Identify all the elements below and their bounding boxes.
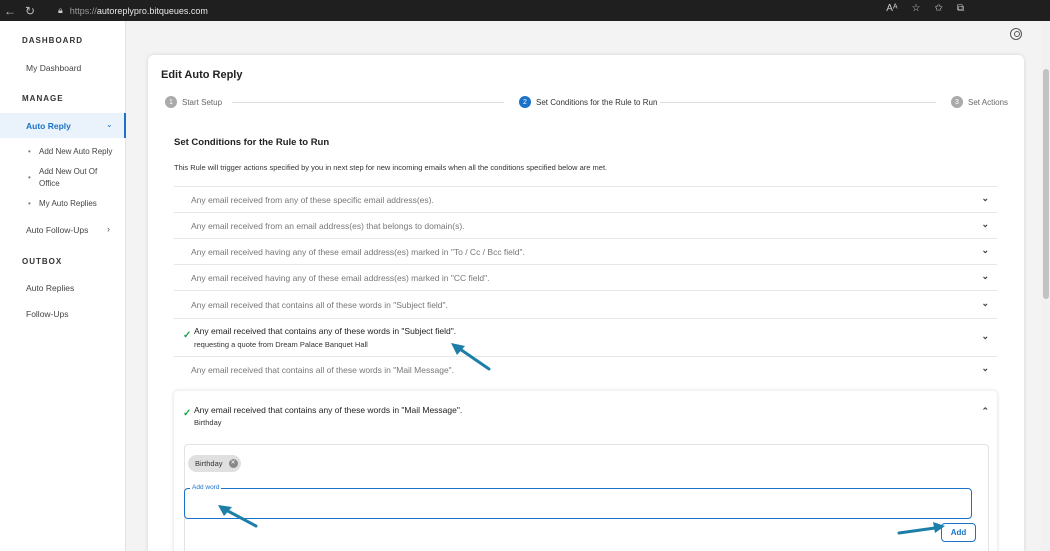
condition-text: Any email received that contains all of … [191, 365, 455, 375]
condition-row[interactable]: Any email received from an email address… [174, 212, 997, 238]
sidebar-subitem-my-auto-replies[interactable]: My Auto Replies [39, 198, 97, 210]
page-scrollbar[interactable] [1041, 21, 1050, 551]
scrollbar-thumb[interactable] [1043, 69, 1049, 299]
sidebar-item-outbox-followups[interactable]: Follow-Ups [26, 309, 69, 319]
step-label: Start Setup [182, 97, 223, 107]
step-number: 2 [519, 96, 531, 108]
condition-value: requesting a quote from Dream Palace Ban… [194, 340, 368, 349]
chevron-up-icon[interactable]: ⌃ [981, 406, 989, 417]
checkmark-icon: ✓ [183, 330, 192, 341]
browser-toolbar: ← ↻ 🔒︎ https:// autoreplypro.bitqueues.c… [0, 0, 1050, 21]
bullet-icon: • [28, 199, 31, 208]
chevron-right-icon: › [107, 224, 110, 234]
chevron-down-icon: ⌄ [981, 331, 989, 341]
condition-text: Any email received that contains any of … [194, 326, 457, 336]
chevron-down-icon: ⌄ [981, 298, 989, 308]
sidebar-item-auto-reply[interactable]: Auto Reply ⌄ [0, 113, 126, 138]
url-protocol: https:// [69, 5, 97, 16]
sidebar-item-auto-followups[interactable]: Auto Follow-Ups [26, 225, 88, 235]
page-title: Edit Auto Reply [161, 69, 243, 81]
step-set-actions[interactable]: 3 Set Actions [951, 96, 1008, 108]
sidebar-section-manage: MANAGE [22, 94, 64, 103]
word-chip: Birthday ✕ [188, 455, 241, 472]
chevron-down-icon: ⌄ [981, 245, 989, 255]
remove-chip-icon[interactable]: ✕ [228, 459, 238, 468]
user-profile-icon[interactable] [1010, 28, 1022, 40]
browser-icons: Aᴬ ☆ ✩ ⧉ [886, 3, 964, 14]
bullet-icon: • [28, 147, 31, 156]
edit-auto-reply-card: Edit Auto Reply 1 Start Setup 2 Set Cond… [148, 55, 1024, 551]
condition-text: Any email received that contains all of … [191, 300, 448, 310]
add-word-button[interactable]: Add [941, 523, 976, 542]
condition-row[interactable]: Any email received that contains all of … [174, 356, 997, 384]
chevron-down-icon: ⌄ [981, 363, 989, 373]
chevron-down-icon: ⌄ [981, 193, 989, 203]
condition-text: Any email received that contains any of … [194, 405, 463, 415]
step-set-conditions[interactable]: 2 Set Conditions for the Rule to Run [519, 96, 657, 108]
bullet-icon: • [28, 173, 31, 182]
favorites-icon[interactable]: ✩ [934, 3, 942, 14]
step-label: Set Actions [968, 97, 1009, 107]
condition-text: Any email received from an email address… [191, 221, 465, 231]
collections-icon[interactable]: ⧉ [957, 3, 964, 14]
sidebar: DASHBOARD My Dashboard MANAGE Auto Reply… [0, 21, 126, 551]
step-number: 3 [951, 96, 963, 108]
condition-row-selected[interactable]: ✓ Any email received that contains any o… [174, 318, 997, 356]
reload-icon[interactable]: ↻ [20, 0, 40, 21]
step-connector [660, 102, 936, 103]
chevron-down-icon: ⌄ [106, 120, 113, 129]
condition-row[interactable]: Any email received from any of these spe… [174, 186, 997, 212]
condition-row[interactable]: Any email received having any of these e… [174, 238, 997, 264]
sidebar-section-outbox: OUTBOX [22, 257, 63, 266]
sidebar-subitem-add-new-out-of-office[interactable]: Add New Out Of Office [39, 166, 109, 190]
rule-description: This Rule will trigger actions specified… [174, 163, 608, 172]
condition-value: Birthday [194, 418, 222, 427]
condition-row[interactable]: Any email received that contains all of … [174, 290, 997, 318]
condition-text: Any email received having any of these e… [191, 247, 525, 257]
sidebar-item-outbox-auto-replies[interactable]: Auto Replies [26, 283, 74, 293]
checkmark-icon: ✓ [183, 408, 192, 419]
condition-row[interactable]: Any email received having any of these e… [174, 264, 997, 290]
lock-icon: 🔒︎ [58, 5, 63, 15]
chevron-down-icon: ⌄ [981, 219, 989, 229]
sidebar-item-label: Auto Reply [26, 121, 71, 131]
sidebar-subitem-add-new-auto-reply[interactable]: Add New Auto Reply [39, 146, 112, 158]
condition-text: Any email received having any of these e… [191, 273, 490, 283]
add-favorite-icon[interactable]: ☆ [912, 3, 921, 14]
step-start-setup[interactable]: 1 Start Setup [165, 96, 222, 108]
step-connector [232, 102, 504, 103]
chevron-down-icon: ⌄ [981, 271, 989, 281]
add-word-field[interactable]: Add word [184, 484, 972, 519]
word-chip-label: Birthday [195, 459, 223, 468]
condition-row-expanded: ✓ Any email received that contains any o… [174, 391, 997, 551]
step-number: 1 [165, 96, 177, 108]
sidebar-section-dashboard: DASHBOARD [22, 36, 83, 45]
url-host: autoreplypro.bitqueues.com [96, 5, 208, 16]
section-heading: Set Conditions for the Rule to Run [174, 137, 330, 148]
condition-text: Any email received from any of these spe… [191, 195, 434, 205]
sidebar-item-my-dashboard[interactable]: My Dashboard [26, 63, 81, 73]
back-icon[interactable]: ← [0, 0, 20, 21]
step-label: Set Conditions for the Rule to Run [536, 97, 658, 107]
add-word-input[interactable] [191, 497, 961, 513]
word-entry-panel: Birthday ✕ Add word Add [184, 444, 989, 551]
read-aloud-icon[interactable]: Aᴬ [886, 3, 897, 14]
add-word-label: Add word [190, 484, 222, 491]
